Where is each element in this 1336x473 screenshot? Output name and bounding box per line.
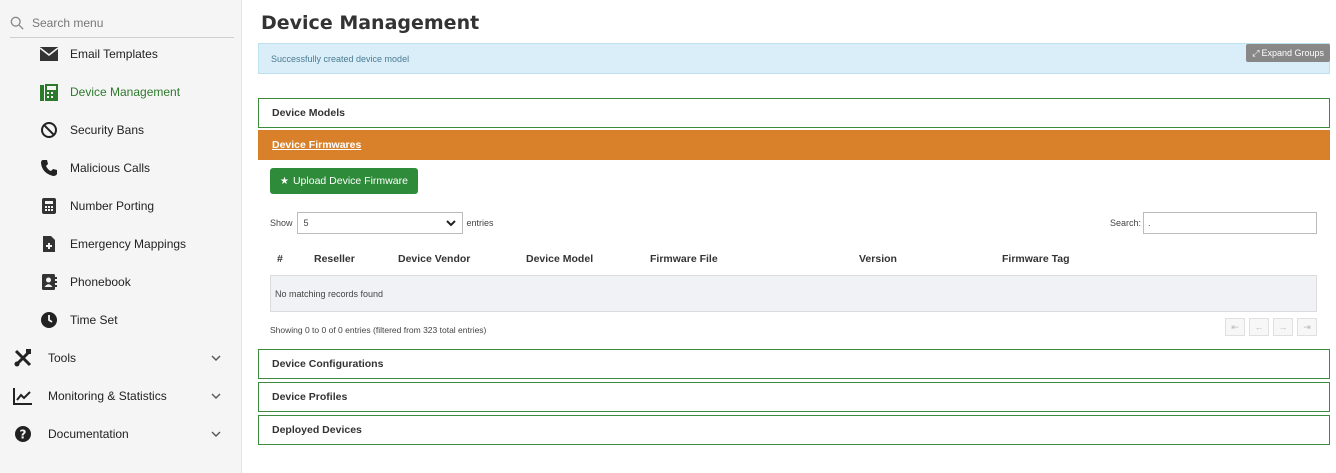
sidebar-item-label: Number Porting <box>70 199 155 213</box>
sidebar-group-tools[interactable]: Tools <box>0 340 242 376</box>
sidebar-item-label: Phonebook <box>70 275 131 289</box>
sidebar-group-label: Tools <box>48 351 77 365</box>
last-page-button[interactable]: ⇥ <box>1297 318 1317 336</box>
sidebar-item-email-templates[interactable]: Email Templates <box>0 36 242 72</box>
fax-icon <box>38 81 60 103</box>
chevron-down-icon <box>445 220 456 227</box>
search-icon <box>10 16 24 30</box>
sidebar-item-label: Emergency Mappings <box>70 237 187 251</box>
pagination: ⇤ ← → ⇥ <box>1221 318 1317 336</box>
column-header[interactable]: Device Model <box>526 253 593 265</box>
sidebar-item-security-bans[interactable]: Security Bans <box>0 112 242 148</box>
upload-device-firmware-button[interactable]: ★ Upload Device Firmware <box>270 168 418 194</box>
search-menu-placeholder: Search menu <box>32 15 104 30</box>
sidebar-item-emergency-mappings[interactable]: Emergency Mappings <box>0 226 242 262</box>
question-icon: ? <box>12 423 34 445</box>
page-size-value: 5 <box>303 218 309 228</box>
sidebar-item-label: Security Bans <box>70 123 145 137</box>
sidebar-group-documentation[interactable]: ? Documentation <box>0 416 242 452</box>
panel-title: Deployed Devices <box>272 424 362 436</box>
table-info: Showing 0 to 0 of 0 entries (filtered fr… <box>270 325 487 335</box>
calculator-icon <box>38 195 60 217</box>
expand-groups-label: Expand Groups <box>1261 48 1324 58</box>
chevron-down-icon <box>211 431 221 437</box>
panel-title: Device Configurations <box>272 358 384 370</box>
entries-label: entries <box>466 218 494 228</box>
column-header[interactable]: # <box>277 253 283 265</box>
panel-device-models[interactable]: Device Models <box>258 98 1330 128</box>
page-size-select[interactable]: 5 <box>296 212 463 234</box>
medical-file-icon <box>38 233 60 255</box>
phone-icon <box>38 157 60 179</box>
panel-device-configurations[interactable]: Device Configurations <box>258 349 1330 379</box>
expand-icon: ⤢ <box>1252 47 1260 58</box>
table-empty-row: No matching records found <box>270 275 1317 312</box>
sidebar-item-label: Device Management <box>70 85 181 99</box>
column-header[interactable]: Device Vendor <box>398 253 470 265</box>
alert-message: Successfully created device model <box>271 53 410 64</box>
sidebar-group-label: Monitoring & Statistics <box>48 389 167 403</box>
svg-text:?: ? <box>20 428 27 442</box>
panel-device-profiles[interactable]: Device Profiles <box>258 382 1330 412</box>
sidebar-item-label: Time Set <box>70 313 118 327</box>
empty-message: No matching records found <box>275 288 384 299</box>
panel-title: Device Firmwares <box>272 139 362 151</box>
sidebar-item-time-set[interactable]: Time Set <box>0 302 242 338</box>
sidebar-item-label: Malicious Calls <box>70 161 151 175</box>
success-alert: Successfully created device model <box>258 43 1330 74</box>
search-menu-input[interactable]: Search menu <box>10 8 234 38</box>
sidebar-item-phonebook[interactable]: Phonebook <box>0 264 242 300</box>
star-icon: ★ <box>280 175 289 187</box>
first-page-button[interactable]: ⇤ <box>1225 318 1245 336</box>
sidebar-group-label: Documentation <box>48 427 129 441</box>
next-page-button[interactable]: → <box>1273 318 1293 336</box>
column-header[interactable]: Version <box>859 253 897 265</box>
address-book-icon <box>38 271 60 293</box>
table-search-input[interactable]: . <box>1143 212 1317 234</box>
panel-title: Device Profiles <box>272 391 348 403</box>
sidebar-item-device-management[interactable]: Device Management <box>0 74 242 110</box>
expand-groups-button[interactable]: ⤢ Expand Groups <box>1246 44 1330 62</box>
upload-label: Upload Device Firmware <box>292 175 408 187</box>
page-size-control: Show 5 entries <box>270 212 494 234</box>
column-header[interactable]: Firmware Tag <box>1002 253 1070 265</box>
column-header[interactable]: Firmware File <box>650 253 718 265</box>
chevron-down-icon <box>211 393 221 399</box>
column-header[interactable]: Reseller <box>314 253 355 265</box>
sidebar-item-malicious-calls[interactable]: Malicious Calls <box>0 150 242 186</box>
panel-device-firmwares[interactable]: Device Firmwares <box>258 130 1330 160</box>
tools-icon <box>12 347 34 369</box>
sidebar-group-monitoring[interactable]: Monitoring & Statistics <box>0 378 242 414</box>
page-title: Device Management <box>261 12 480 34</box>
previous-page-button[interactable]: ← <box>1249 318 1269 336</box>
ban-icon <box>38 119 60 141</box>
sidebar-item-label: Email Templates <box>70 47 158 61</box>
envelope-icon <box>38 43 60 65</box>
table-search-value: . <box>1148 218 1151 228</box>
show-label: Show <box>270 218 293 228</box>
chevron-down-icon <box>211 355 221 361</box>
panel-deployed-devices[interactable]: Deployed Devices <box>258 415 1330 445</box>
search-label: Search: <box>1109 218 1141 228</box>
table-search: Search: . <box>1110 212 1317 234</box>
clock-icon <box>38 309 60 331</box>
panel-title: Device Models <box>272 107 345 119</box>
sidebar: Search menu Email Templates Device Manag… <box>0 0 242 473</box>
sidebar-item-number-porting[interactable]: Number Porting <box>0 188 242 224</box>
table-header: # Reseller Device Vendor Device Model Fi… <box>270 250 1317 270</box>
chart-icon <box>12 385 34 407</box>
